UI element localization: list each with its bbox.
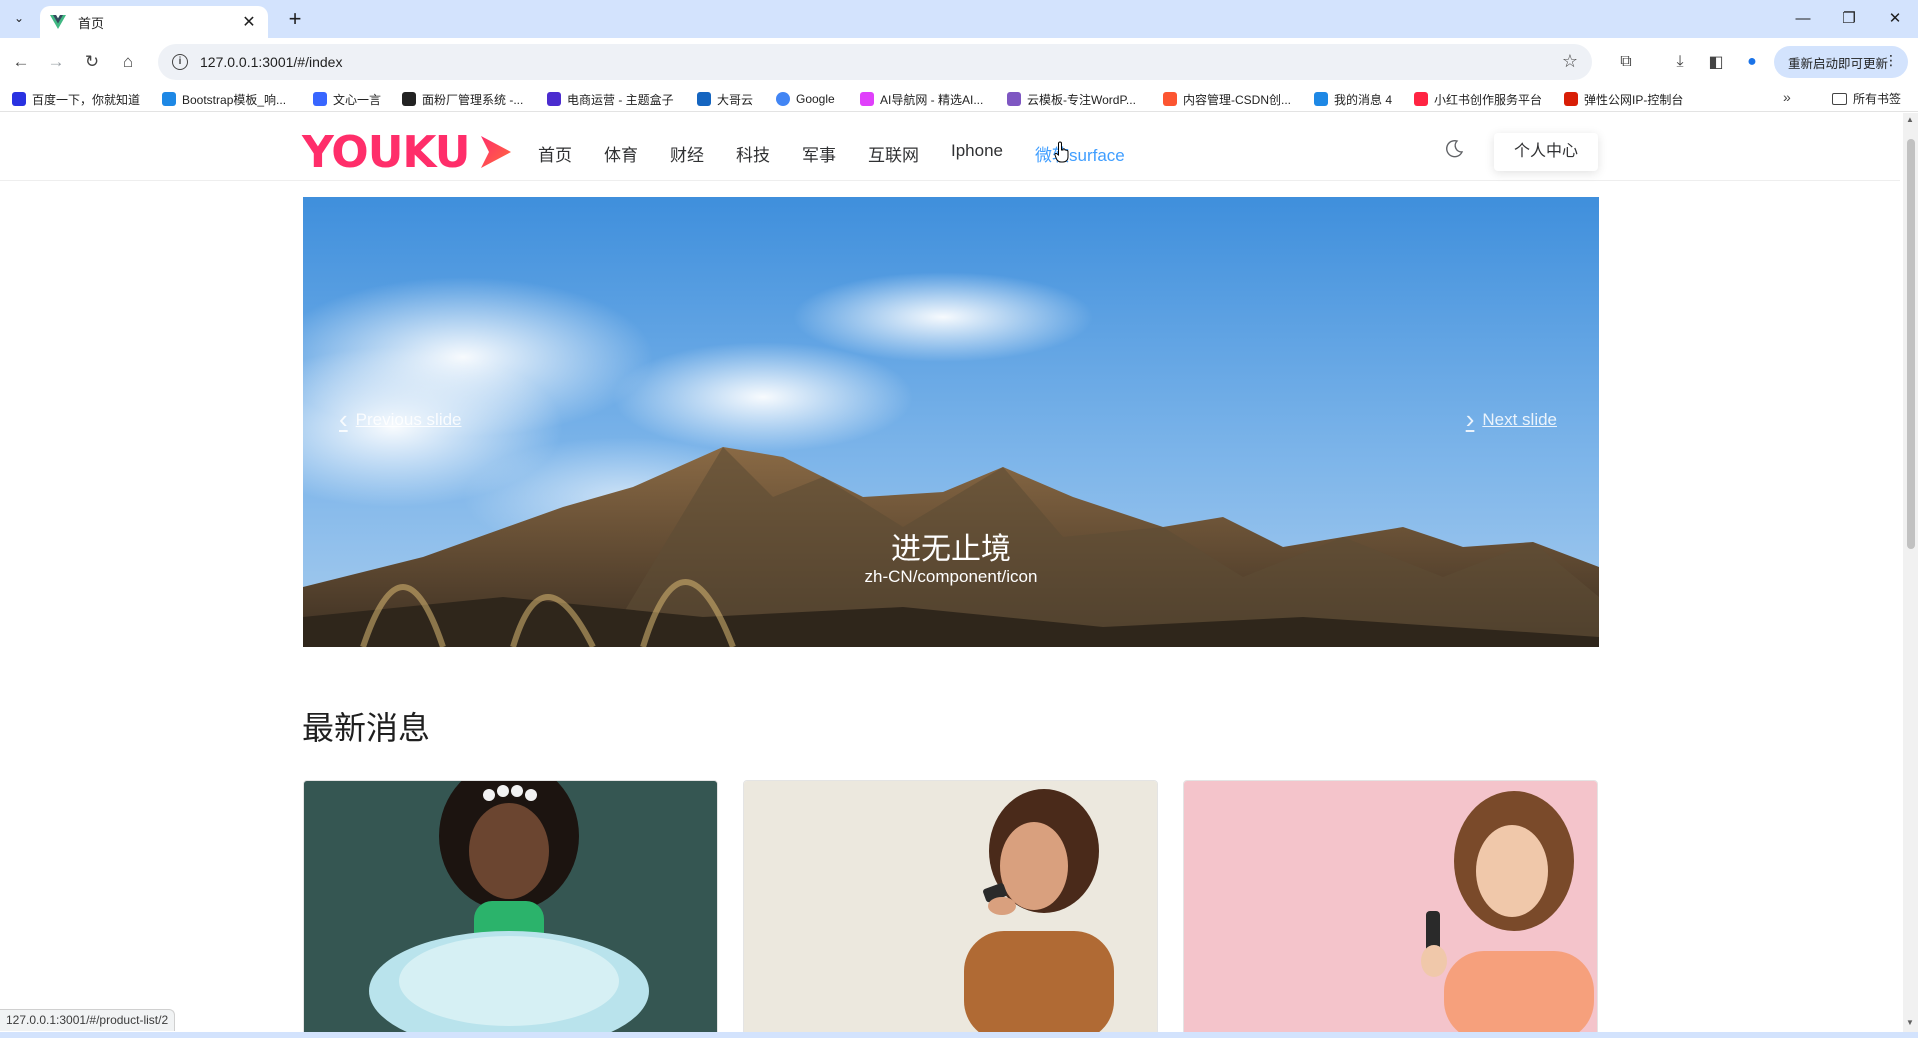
profile-center-button[interactable]: 个人中心: [1494, 133, 1598, 171]
news-card-image: [744, 781, 1157, 1032]
bookmark-item[interactable]: Bootstrap模板_响...: [162, 90, 286, 108]
youku-logo[interactable]: YOUKU: [302, 127, 515, 178]
all-bookmarks-folder[interactable]: 所有书签: [1832, 90, 1901, 107]
news-card[interactable]: [743, 780, 1158, 1032]
site-info-icon[interactable]: i: [172, 54, 188, 70]
bookmark-favicon-icon: [162, 92, 176, 106]
bookmark-item[interactable]: AI导航网 - 精选AI...: [860, 90, 983, 108]
tab-search-chevron-icon[interactable]: ⌄: [8, 7, 30, 29]
bookmark-favicon-icon: [860, 92, 874, 106]
site-header: YOUKU 首页 体育 财经 科技 军事 互联网 Iphone 微软surfac…: [0, 113, 1900, 181]
news-card-image: [1184, 781, 1597, 1032]
csdn-favicon-icon: [1163, 92, 1177, 106]
side-panel-icon[interactable]: ◧: [1702, 48, 1730, 76]
bookmark-item[interactable]: 面粉厂管理系统 -...: [402, 90, 523, 108]
carousel-caption-subtitle: zh-CN/component/icon: [864, 567, 1038, 586]
hand-cursor-icon: [1054, 141, 1069, 163]
nav-item-military[interactable]: 军事: [802, 141, 836, 166]
bookmark-item[interactable]: 百度一下，你就知道: [12, 90, 140, 108]
bookmark-item[interactable]: 我的消息 4: [1314, 90, 1392, 108]
bookmark-item[interactable]: 内容管理-CSDN创...: [1163, 90, 1291, 108]
bookmark-favicon-icon: [1314, 92, 1328, 106]
carousel-prev-link[interactable]: ‹ Previous slide: [339, 404, 462, 435]
scroll-down-icon[interactable]: ▼: [1906, 1018, 1914, 1027]
nav-item-surface[interactable]: 微软surface: [1035, 141, 1125, 166]
close-window-icon[interactable]: ✕: [1872, 6, 1918, 32]
address-bar[interactable]: i 127.0.0.1:3001/#/index ☆: [158, 44, 1592, 80]
restore-icon[interactable]: ❐: [1826, 6, 1872, 32]
update-button[interactable]: 重新启动即可更新 ⋮: [1774, 46, 1908, 78]
tab-title: 首页: [78, 15, 105, 31]
bookmarks-overflow-icon[interactable]: »: [1783, 89, 1791, 105]
carousel-next-link[interactable]: › Next slide: [1466, 404, 1557, 435]
bookmark-favicon-icon: [1007, 92, 1021, 106]
update-button-label: 重新启动即可更新: [1788, 56, 1889, 71]
page-scrollbar[interactable]: ▲ ▼: [1903, 113, 1918, 1032]
bookmark-star-icon[interactable]: ☆: [1562, 51, 1578, 72]
chevron-left-icon: ‹: [339, 404, 348, 434]
folder-icon: [1832, 92, 1847, 105]
carousel-prev-label: Previous slide: [355, 409, 462, 429]
extensions-icon[interactable]: ⧉: [1612, 48, 1640, 76]
bookmark-item[interactable]: 弹性公网IP-控制台: [1564, 90, 1683, 108]
bookmark-item[interactable]: Google: [776, 90, 835, 108]
forward-icon[interactable]: →: [42, 48, 70, 76]
nav-item-iphone[interactable]: Iphone: [951, 141, 1003, 166]
profile-avatar-icon[interactable]: ●: [1738, 48, 1766, 76]
download-icon[interactable]: ⤓: [1666, 48, 1694, 76]
bookmark-favicon-icon: [547, 92, 561, 106]
nav-item-tech[interactable]: 科技: [736, 141, 770, 166]
bookmark-item[interactable]: 文心一言: [313, 90, 381, 108]
more-menu-icon[interactable]: ⋮: [1884, 52, 1898, 69]
bookmark-favicon-icon: [1414, 92, 1428, 106]
bookmark-favicon-icon: [12, 92, 26, 106]
dark-mode-moon-icon[interactable]: [1444, 139, 1464, 159]
new-tab-button[interactable]: +: [282, 6, 308, 32]
bookmark-item[interactable]: 电商运营 - 主题盒子: [547, 90, 674, 108]
tab-close-icon[interactable]: ✕: [240, 12, 258, 32]
section-title: 最新消息: [302, 710, 431, 746]
bookmark-item[interactable]: 云模板-专注WordP...: [1007, 90, 1136, 108]
carousel-next-label: Next slide: [1482, 409, 1557, 429]
vue-favicon-icon: [50, 15, 66, 29]
tab-strip: ⌄ 首页 ✕ + — ❐ ✕: [0, 0, 1918, 38]
hero-carousel[interactable]: ‹ Previous slide › Next slide 进无止境 zh-CN…: [303, 197, 1599, 647]
bookmark-item[interactable]: 大哥云: [697, 90, 753, 108]
chevron-right-icon: ›: [1465, 404, 1475, 434]
bookmark-favicon-icon: [402, 92, 416, 106]
scroll-thumb[interactable]: [1907, 139, 1915, 549]
carousel-caption-title: 进无止境: [891, 533, 1011, 566]
page-viewport: YOUKU 首页 体育 财经 科技 军事 互联网 Iphone 微软surfac…: [0, 113, 1918, 1032]
nav-item-sports[interactable]: 体育: [604, 141, 638, 166]
logo-text: YOUKU: [302, 126, 470, 178]
nav-item-internet[interactable]: 互联网: [868, 141, 919, 166]
back-icon[interactable]: ←: [7, 48, 35, 76]
browser-tab[interactable]: 首页 ✕: [40, 6, 268, 38]
url-text[interactable]: 127.0.0.1:3001/#/index: [200, 54, 342, 70]
bookmarks-bar: 百度一下，你就知道 Bootstrap模板_响... 文心一言 面粉厂管理系统 …: [0, 86, 1918, 112]
news-card-image: [304, 781, 717, 1032]
huawei-favicon-icon: [1564, 92, 1578, 106]
reload-icon[interactable]: ↻: [78, 48, 106, 76]
home-icon[interactable]: ⌂: [114, 48, 142, 76]
bookmark-favicon-icon: [313, 92, 327, 106]
google-favicon-icon: [776, 92, 790, 106]
window-bottom-edge: [0, 1032, 1918, 1038]
bookmark-item[interactable]: 小红书创作服务平台: [1414, 90, 1542, 108]
news-card[interactable]: [1183, 780, 1598, 1032]
news-card[interactable]: [303, 780, 718, 1032]
status-bar-url: 127.0.0.1:3001/#/product-list/2: [0, 1009, 176, 1031]
play-logo-icon: [481, 136, 512, 168]
minimize-icon[interactable]: —: [1780, 6, 1826, 32]
browser-toolbar: ← → ↻ ⌂ i 127.0.0.1:3001/#/index ☆ ⧉ ⤓ ◧…: [0, 38, 1918, 86]
scroll-up-icon[interactable]: ▲: [1906, 115, 1914, 124]
nav-item-home[interactable]: 首页: [538, 141, 572, 166]
nav-item-finance[interactable]: 财经: [670, 141, 704, 166]
bookmark-favicon-icon: [697, 92, 711, 106]
